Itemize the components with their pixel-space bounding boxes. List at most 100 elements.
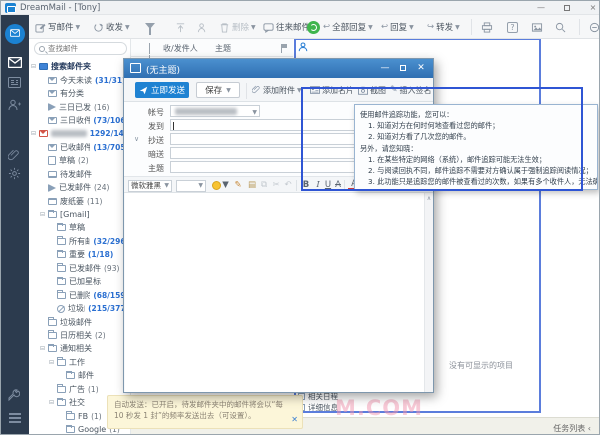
compose-close-button[interactable]: ✕ xyxy=(413,62,429,75)
tree-expander-icon[interactable]: ⊟ xyxy=(40,211,47,218)
screenshot-button[interactable]: 截图 xyxy=(358,83,386,97)
attachments-icon[interactable] xyxy=(8,149,22,163)
forward-button[interactable]: ↪ 转发▼ xyxy=(427,20,460,34)
sidebar-folder[interactable]: 草稿(2) xyxy=(29,154,131,167)
body-scrollbar[interactable]: ∧ xyxy=(424,193,433,392)
sidebar-folder[interactable]: 所有邮件(32/296) xyxy=(29,235,131,248)
sidebar-folder[interactable]: 废纸篓(11) xyxy=(29,194,131,207)
reply-button[interactable]: ↩ 回复▼ xyxy=(381,20,414,34)
undo-icon[interactable]: ↶ xyxy=(282,179,294,192)
sidebar: ⊟搜索邮件夹今天未读(31/31)有分类三日已发(16)三日收件(73/106)… xyxy=(29,39,131,435)
tree-expander-icon[interactable]: ⊟ xyxy=(49,359,56,366)
folder-folder-icon xyxy=(57,359,66,366)
paste-icon[interactable]: ▤ xyxy=(246,179,258,192)
emoji-button[interactable] xyxy=(212,181,221,190)
collapse-pane-button[interactable] xyxy=(589,20,600,34)
contact-icon[interactable] xyxy=(298,42,308,52)
reply-all-icon: ↩ xyxy=(323,22,330,32)
sidebar-folder[interactable]: 三日已发(16) xyxy=(29,100,131,113)
menu-icon-line[interactable] xyxy=(9,421,21,423)
search-input[interactable] xyxy=(48,44,118,53)
menu-icon-line[interactable] xyxy=(9,417,21,419)
sidebar-folder[interactable]: 重要(1/18) xyxy=(29,248,131,261)
filter-button[interactable] xyxy=(145,20,155,34)
help-button[interactable]: ? xyxy=(507,20,518,34)
sidebar-folder[interactable]: 有分类 xyxy=(29,87,131,100)
list-header-sender[interactable]: 收/发件人 xyxy=(163,43,198,54)
insert-signature-button[interactable]: ✎ 插入签名 xyxy=(390,83,432,97)
sidebar-folder[interactable]: 日历相关(2) xyxy=(29,329,131,342)
tree-expander-icon[interactable]: ⊟ xyxy=(40,345,47,352)
reply-all-button[interactable]: ↩ 全部回复▼ xyxy=(323,20,373,34)
compose-minimize-button[interactable]: — xyxy=(377,62,393,75)
sync-status-icon[interactable] xyxy=(307,20,320,34)
add-card-button[interactable]: 添加名片 xyxy=(310,83,354,97)
folder-folder-icon xyxy=(57,292,66,299)
send-now-button[interactable]: 立即发送 xyxy=(135,82,189,98)
search-box[interactable] xyxy=(34,42,127,55)
compose-mail-button[interactable]: 写邮件▼ xyxy=(35,20,80,34)
maximize-button[interactable] xyxy=(559,3,575,13)
add-attachment-button[interactable]: 添加附件▼ xyxy=(252,83,302,97)
compose-body[interactable]: ∧ xyxy=(125,193,433,392)
sidebar-folder[interactable]: ⊟通知相关 xyxy=(29,342,131,355)
sidebar-folder[interactable]: ⊟工作 xyxy=(29,356,131,369)
sidebar-folder[interactable]: 已加星标 xyxy=(29,275,131,288)
sidebar-folder[interactable]: 已发邮件(24) xyxy=(29,181,131,194)
sidebar-folder[interactable]: ⊟1292/145 xyxy=(29,127,131,140)
list-header-subject[interactable]: 主题 xyxy=(215,43,231,54)
font-size-select[interactable]: ▼ xyxy=(176,180,206,192)
correspondence-button[interactable]: 往来邮件 xyxy=(263,20,310,34)
sidebar-folder[interactable]: 待发邮件 xyxy=(29,168,131,181)
close-button[interactable]: × xyxy=(585,3,600,13)
move-message-button[interactable] xyxy=(175,20,186,34)
settings-gear-icon[interactable] xyxy=(8,167,22,181)
magnifier-icon xyxy=(555,22,566,33)
flag-icon[interactable] xyxy=(281,44,282,53)
sidebar-folder[interactable]: 广告(1) xyxy=(29,383,131,396)
sidebar-folder[interactable]: 已删除邮件(68/159) xyxy=(29,288,131,301)
sidebar-folder[interactable]: 已收邮件(13/705) xyxy=(29,141,131,154)
sidebar-folder[interactable]: 三日收件(73/106) xyxy=(29,114,131,127)
folder-label: 广告 xyxy=(69,384,85,395)
minimize-button[interactable]: — xyxy=(533,3,549,13)
delete-button[interactable]: 删除▼ xyxy=(219,20,256,34)
contact-action-button[interactable] xyxy=(197,20,208,34)
account-label: 帐号 xyxy=(136,107,164,118)
sidebar-folder[interactable]: 垃圾邮件(215/377) xyxy=(29,302,131,315)
strikethrough-button[interactable]: A xyxy=(332,179,344,192)
sidebar-folder[interactable]: 已发邮件(93) xyxy=(29,262,131,275)
sidebar-folder[interactable]: 邮件 xyxy=(29,369,131,382)
emoji-dropdown-icon[interactable]: ▼ xyxy=(222,179,229,192)
font-select[interactable]: 微软雅黑▼ xyxy=(128,180,172,192)
mail-tab-icon[interactable] xyxy=(8,57,22,71)
contacts-tab-icon[interactable] xyxy=(8,99,22,113)
task-list-toggle[interactable]: 任务列表 ‹ xyxy=(553,423,591,434)
sidebar-folder[interactable]: ⊟[Gmail] xyxy=(29,208,131,221)
sidebar-folder[interactable]: 草稿 xyxy=(29,221,131,234)
sidebar-folder[interactable]: 垃圾邮件 xyxy=(29,315,131,328)
format-painter-icon[interactable]: ✎ xyxy=(232,179,244,192)
send-plane-icon xyxy=(139,86,148,95)
tree-expander-icon[interactable]: ⊟ xyxy=(49,399,56,406)
note-close-icon[interactable]: ✕ xyxy=(291,414,298,425)
bold-button[interactable]: B xyxy=(300,179,312,192)
cut-icon[interactable]: ✂ xyxy=(270,179,282,192)
send-receive-button[interactable]: 收发▼ xyxy=(93,20,130,34)
compose-titlebar[interactable]: (无主题) — ✕ xyxy=(124,59,433,78)
wrench-icon[interactable] xyxy=(8,389,22,403)
zoom-button[interactable] xyxy=(555,20,566,34)
folder-label: 今天未读 xyxy=(60,75,92,86)
sidebar-folder[interactable]: 今天未读(31/31) xyxy=(29,73,131,86)
save-button[interactable]: 保存▼ xyxy=(196,82,240,98)
image-view-button[interactable] xyxy=(531,20,542,34)
compose-maximize-button[interactable] xyxy=(395,62,411,75)
sidebar-folder[interactable]: ⊟搜索邮件夹 xyxy=(29,60,131,73)
copy-icon[interactable]: ⧉ xyxy=(258,179,270,192)
account-select[interactable]: ▼ xyxy=(170,105,260,117)
tree-expander-icon[interactable]: ⊟ xyxy=(31,63,38,70)
tree-expander-icon[interactable]: ⊟ xyxy=(31,130,38,137)
menu-icon[interactable] xyxy=(9,413,21,415)
print-button[interactable] xyxy=(481,20,492,34)
cards-tab-icon[interactable] xyxy=(8,77,22,91)
